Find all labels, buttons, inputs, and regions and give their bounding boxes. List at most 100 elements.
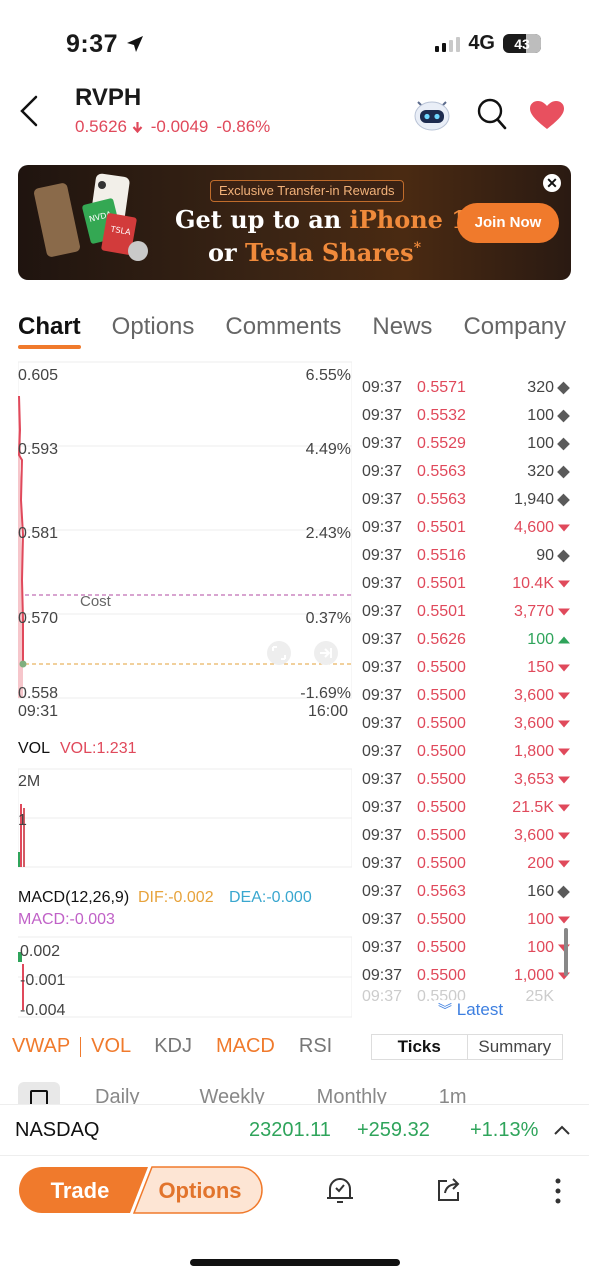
tick-time: 09:37 — [362, 687, 403, 704]
tick-row: 09:37 0.5563 1,940 — [362, 486, 572, 514]
ticks-top-fade — [362, 358, 572, 370]
bell-alert-icon — [327, 1178, 353, 1203]
banner-headline-2: or Tesla Shares* — [208, 238, 421, 267]
jump-end-icon[interactable] — [314, 641, 338, 665]
battery-icon: 43 — [503, 34, 541, 53]
chart-grid — [18, 361, 352, 699]
sell-triangle-icon — [558, 916, 570, 924]
location-arrow-icon — [126, 36, 143, 52]
neutral-diamond-icon — [557, 549, 570, 563]
tick-row: 09:37 0.5500 150 — [362, 654, 572, 682]
tick-volume-value: 100 — [527, 407, 554, 424]
price-chart[interactable]: 0.605 0.593 0.581 0.570 0.558 6.55% 4.49… — [18, 360, 352, 700]
tick-volume: 1,800 — [492, 743, 572, 761]
ticks-scrollbar[interactable] — [564, 928, 568, 976]
indicator-rsi[interactable]: RSI — [299, 1035, 332, 1058]
volume-chart[interactable]: 2M 1 — [18, 768, 352, 868]
price-alert-button[interactable] — [326, 1176, 354, 1211]
latest-button[interactable]: ︾ Latest — [434, 1000, 508, 1020]
back-button[interactable] — [18, 94, 50, 134]
tab-news[interactable]: News — [372, 313, 432, 341]
neutral-diamond-icon — [557, 409, 570, 423]
tick-volume-value: 3,770 — [513, 603, 554, 620]
tick-price: 0.5563 — [417, 491, 466, 508]
tick-time: 09:37 — [362, 659, 403, 676]
tick-time: 09:37 — [362, 771, 403, 788]
quote-line: 0.5626 -0.0049 -0.86% — [75, 117, 270, 137]
macd-axis-label: 0.002 — [20, 943, 60, 960]
tick-row: 09:37 0.5563 160 — [362, 878, 572, 906]
tick-price: 0.5500 — [417, 715, 466, 732]
macd-axis-label: -0.001 — [20, 972, 65, 989]
down-arrow-icon — [132, 122, 143, 134]
macd-dea: DEA:-0.000 — [229, 889, 312, 906]
tab-options[interactable]: Options — [112, 313, 195, 341]
tick-price: 0.5500 — [417, 855, 466, 872]
tick-row: 09:37 0.5501 3,770 — [362, 598, 572, 626]
tick-volume-value: 100 — [527, 631, 554, 648]
macd-chart[interactable]: 0.002 -0.001 -0.004 — [18, 936, 352, 1018]
trade-options-group: Trade Options — [19, 1166, 263, 1214]
sell-triangle-icon — [558, 804, 570, 812]
tick-volume-value: 1,940 — [513, 491, 554, 508]
tick-volume: 320 — [492, 379, 572, 397]
vol-value: VOL:1.231 — [60, 740, 137, 757]
tick-row: 09:37 0.5500 200 — [362, 850, 572, 878]
tick-volume: 100 — [492, 435, 572, 453]
tick-price: 0.5532 — [417, 407, 466, 424]
search-icon — [477, 98, 507, 130]
banner-line1-pre: Get up to an — [175, 205, 350, 234]
status-time-text: 9:37 — [66, 30, 119, 58]
home-indicator[interactable] — [190, 1259, 400, 1266]
join-now-button[interactable]: Join Now — [457, 203, 559, 243]
ticker-symbol: RVPH — [75, 84, 142, 111]
tick-time: 09:37 — [362, 827, 403, 844]
indicator-macd[interactable]: MACD — [216, 1035, 275, 1058]
indicator-vol[interactable]: VOL — [91, 1035, 131, 1058]
summary-tab[interactable]: Summary — [468, 1035, 563, 1059]
tab-chart[interactable]: Chart — [18, 313, 81, 349]
tick-price: 0.5501 — [417, 519, 466, 536]
trade-label: Trade — [51, 1178, 110, 1203]
tab-comments[interactable]: Comments — [225, 313, 341, 341]
more-vertical-icon — [555, 1178, 561, 1204]
chevron-up-icon[interactable] — [553, 1124, 571, 1136]
robot-icon — [414, 101, 450, 131]
sell-triangle-icon — [558, 720, 570, 728]
promo-banner[interactable]: NVDA TSLA Exclusive Transfer-in Rewards … — [18, 165, 571, 280]
banner-line2-highlight: Tesla Shares — [245, 238, 414, 267]
tick-row: 09:37 0.5500 100 — [362, 906, 572, 934]
neutral-diamond-icon — [557, 465, 570, 479]
vol-label: VOL — [18, 740, 51, 757]
fullscreen-icon[interactable] — [267, 641, 291, 665]
tick-time: 09:37 — [362, 463, 403, 480]
tick-time: 09:37 — [362, 603, 403, 620]
ticks-tab[interactable]: Ticks — [372, 1035, 468, 1059]
heart-icon — [530, 101, 564, 129]
tick-row: 09:37 0.5532 100 — [362, 402, 572, 430]
robot-assistant-button[interactable] — [412, 96, 452, 137]
tick-volume: 4,600 — [492, 519, 572, 537]
tab-company[interactable]: Company — [463, 313, 566, 341]
indicator-vwap[interactable]: VWAP — [12, 1035, 70, 1058]
tick-price: 0.5516 — [417, 547, 466, 564]
tick-volume: 150 — [492, 659, 572, 677]
tick-volume-value: 200 — [527, 855, 554, 872]
tick-volume-value: 21.5K — [512, 799, 554, 816]
volume-bar — [18, 852, 20, 867]
ticks-list[interactable]: 09:37 0.5571 320 09:37 0.5532 100 09:37 0.5529 1… — [362, 374, 572, 990]
index-ticker-bar[interactable]: NASDAQ 23201.11 +259.32 +1.13% — [0, 1104, 589, 1156]
banner-close-button[interactable]: ✕ — [543, 174, 561, 192]
tick-price: 0.5500 — [417, 687, 466, 704]
tick-row: 09:37 0.5501 4,600 — [362, 514, 572, 542]
price-tick-label: 0.570 — [18, 610, 58, 627]
tick-price: 0.5500 — [417, 939, 466, 956]
sell-triangle-icon — [558, 860, 570, 868]
indicator-kdj[interactable]: KDJ — [154, 1035, 192, 1058]
search-button[interactable] — [476, 97, 508, 136]
watchlist-button[interactable] — [529, 100, 565, 135]
share-button[interactable] — [436, 1177, 462, 1208]
content-tabs: Chart Options Comments News Company — [18, 313, 566, 349]
tick-volume-value: 150 — [527, 659, 554, 676]
more-button[interactable] — [554, 1178, 562, 1209]
